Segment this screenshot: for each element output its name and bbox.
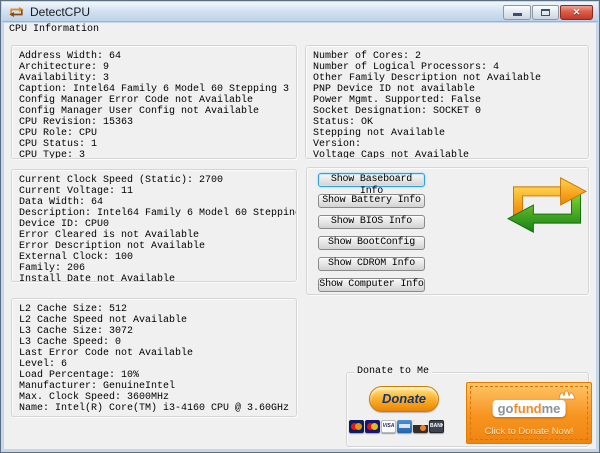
paypal-donate-button[interactable]: Donate <box>369 386 439 412</box>
info-line: Power Mgmt. Supported: False <box>313 95 588 106</box>
info-line: Error Cleared is not Available <box>19 230 296 241</box>
maximize-icon <box>541 9 550 16</box>
info-line: Status: OK <box>313 117 588 128</box>
info-line: Level: 6 <box>19 359 296 370</box>
cpu-cache-groupbox: L2 Cache Size: 512 L2 Cache Speed not Av… <box>11 298 297 417</box>
sync-arrows-icon <box>505 176 589 234</box>
info-line: Current Clock Speed (Static): 2700 <box>19 175 296 186</box>
info-line: Error Description not Available <box>19 241 296 252</box>
info-line: Family: 206 <box>19 263 296 274</box>
bank-transfer-icon: BANK <box>429 420 444 433</box>
minimize-button[interactable] <box>503 5 531 20</box>
info-line: L3 Cache Size: 3072 <box>19 326 296 337</box>
app-window: DetectCPU ✕ CPU Information Address Widt… <box>0 0 600 453</box>
info-line: Voltage Caps not Available <box>313 150 588 159</box>
info-line: Address Width: 64 <box>19 51 296 62</box>
minimize-icon <box>513 13 522 16</box>
info-line: Config Manager Error Code not Available <box>19 95 296 106</box>
maximize-button[interactable] <box>532 5 559 20</box>
info-line: Number of Cores: 2 <box>313 51 588 62</box>
info-line: Data Width: 64 <box>19 197 296 208</box>
info-line: CPU Type: 3 <box>19 150 296 159</box>
info-line: Version: <box>313 139 588 150</box>
gofundme-tagline: Click to Donate Now! <box>467 426 591 437</box>
info-line: Other Family Description not Available <box>313 73 588 84</box>
info-line: Manufacturer: GenuineIntel <box>19 381 296 392</box>
section-label: CPU Information <box>9 24 99 35</box>
info-line: Install Date not Available <box>19 274 296 282</box>
payment-cards-row: VISA BANK <box>349 420 444 433</box>
cpu-topology-groupbox: Number of Cores: 2 Number of Logical Pro… <box>305 45 589 159</box>
gofundme-mascot-icon <box>556 388 578 400</box>
info-line: Config Manager User Config not Available <box>19 106 296 117</box>
show-bootconfig-button[interactable]: Show BootConfig <box>318 236 425 250</box>
visa-icon: VISA <box>381 420 396 433</box>
window-title: DetectCPU <box>30 5 90 19</box>
donate-groupbox: Donate to Me Donate VISA BANK gofundme C… <box>346 372 589 447</box>
info-line: Description: Intel64 Family 6 Model 60 S… <box>19 208 296 219</box>
info-line: CPU Role: CPU <box>19 128 296 139</box>
title-bar: DetectCPU ✕ <box>2 2 598 22</box>
app-icon <box>9 5 24 19</box>
window-controls: ✕ <box>503 5 593 20</box>
info-line: Stepping not Available <box>313 128 588 139</box>
info-line: Number of Logical Processors: 4 <box>313 62 588 73</box>
mastercard-icon <box>349 420 364 433</box>
amex-icon <box>397 420 412 433</box>
show-bios-info-button[interactable]: Show BIOS Info <box>318 215 425 229</box>
info-line: PNP Device ID not available <box>313 84 588 95</box>
show-cdrom-info-button[interactable]: Show CDROM Info <box>318 257 425 271</box>
info-line: Name: Intel(R) Core(TM) i3-4160 CPU @ 3.… <box>19 403 296 414</box>
info-line: Current Voltage: 11 <box>19 186 296 197</box>
gofundme-logo: gofundme <box>493 400 566 417</box>
info-line: Load Percentage: 10% <box>19 370 296 381</box>
cpu-identity-groupbox: Address Width: 64 Architecture: 9 Availa… <box>11 45 297 159</box>
info-line: Architecture: 9 <box>19 62 296 73</box>
client-area: CPU Information Address Width: 64 Archit… <box>4 23 596 449</box>
show-battery-info-button[interactable]: Show Battery Info <box>318 194 425 208</box>
show-baseboard-info-button[interactable]: Show Baseboard Info <box>318 173 425 187</box>
close-button[interactable]: ✕ <box>560 5 593 20</box>
info-line: External Clock: 100 <box>19 252 296 263</box>
gofundme-button[interactable]: gofundme Click to Donate Now! <box>466 382 592 444</box>
info-line: L2 Cache Size: 512 <box>19 304 296 315</box>
info-line: Availability: 3 <box>19 73 296 84</box>
show-computer-info-button[interactable]: Show Computer Info <box>318 278 425 292</box>
info-line: CPU Status: 1 <box>19 139 296 150</box>
info-line: Device ID: CPU0 <box>19 219 296 230</box>
info-line: L2 Cache Speed not Available <box>19 315 296 326</box>
info-line: CPU Revision: 15363 <box>19 117 296 128</box>
info-line: L3 Cache Speed: 0 <box>19 337 296 348</box>
close-icon: ✕ <box>573 7 581 17</box>
info-line: Caption: Intel64 Family 6 Model 60 Stepp… <box>19 84 296 95</box>
info-line: Last Error Code not Available <box>19 348 296 359</box>
donate-group-label: Donate to Me <box>354 366 432 377</box>
info-line: Socket Designation: SOCKET 0 <box>313 106 588 117</box>
cpu-clock-groupbox: Current Clock Speed (Static): 2700 Curre… <box>11 169 297 282</box>
maestro-icon <box>365 420 380 433</box>
info-line: Max. Clock Speed: 3600MHz <box>19 392 296 403</box>
discover-icon <box>413 420 428 433</box>
